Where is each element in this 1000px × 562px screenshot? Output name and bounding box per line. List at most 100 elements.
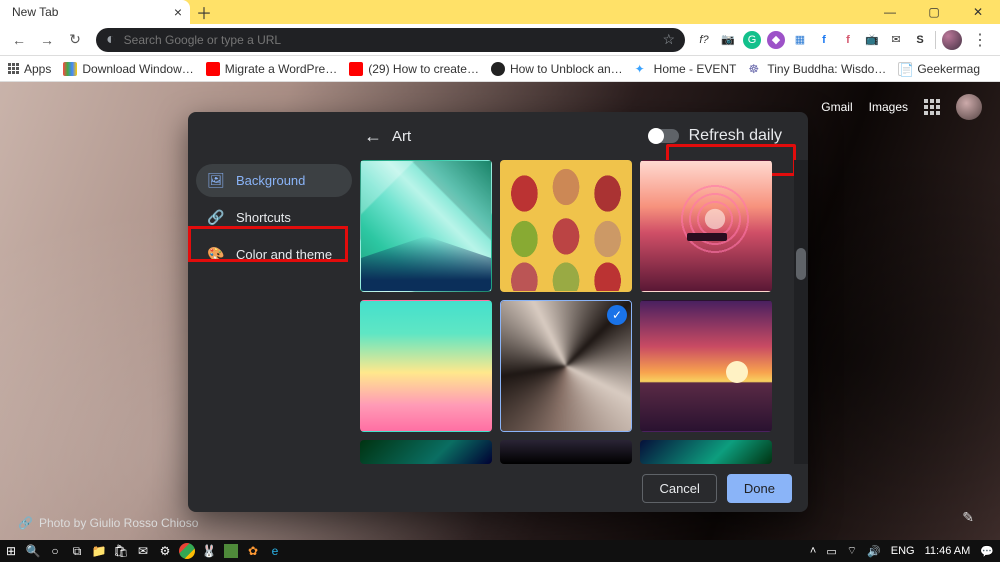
apps-grid-icon: [8, 63, 19, 74]
extension-grammarly-icon[interactable]: G: [743, 31, 761, 49]
background-tile[interactable]: [640, 300, 772, 432]
site-info-icon[interactable]: ◐: [106, 31, 116, 49]
bookmark-star-icon[interactable]: ☆: [662, 31, 675, 48]
background-tile[interactable]: [500, 440, 632, 464]
sidebar-item-color[interactable]: 🎨 Color and theme: [196, 238, 352, 271]
maximize-button[interactable]: ▢: [912, 0, 956, 24]
minimize-button[interactable]: —: [868, 0, 912, 24]
reload-icon[interactable]: ↻: [64, 29, 86, 51]
notifications-icon[interactable]: 💬: [980, 545, 994, 558]
omnibox[interactable]: ◐ ☆: [96, 28, 685, 52]
gmail-link[interactable]: Gmail: [821, 100, 852, 114]
images-link[interactable]: Images: [869, 100, 908, 114]
background-tile[interactable]: [360, 440, 492, 464]
extension-camera-icon[interactable]: 📷: [719, 31, 737, 49]
background-tile-row-partial: [360, 440, 772, 464]
language-indicator[interactable]: ENG: [891, 545, 915, 557]
omnibox-input[interactable]: [124, 33, 655, 47]
close-window-button[interactable]: ✕: [956, 0, 1000, 24]
clock[interactable]: 11:46 AM: [925, 545, 971, 557]
edge-icon[interactable]: e: [264, 540, 286, 562]
sidebar-item-label: Shortcuts: [236, 210, 291, 225]
store-icon[interactable]: 🛍: [110, 540, 132, 562]
tab-title: New Tab: [12, 5, 58, 19]
apps-button[interactable]: Apps: [8, 62, 51, 76]
background-tile[interactable]: [640, 440, 772, 464]
window-titlebar: New Tab × ＋ — ▢ ✕: [0, 0, 1000, 24]
bookmark-label: (29) How to create…: [368, 62, 479, 76]
bookmark-label: Geekermag: [917, 62, 980, 76]
scrollbar-track[interactable]: [794, 160, 808, 464]
profile-avatar[interactable]: [942, 30, 962, 50]
background-gallery: ✓: [360, 160, 808, 464]
tray-chevron-icon[interactable]: ˄: [810, 545, 816, 557]
bookmark-item[interactable]: ☸Tiny Buddha: Wisdo…: [748, 62, 886, 76]
back-icon[interactable]: ←: [8, 29, 30, 51]
app-icon[interactable]: 🐰: [198, 540, 220, 562]
image-icon: 🖼: [208, 172, 224, 189]
scrollbar-thumb[interactable]: [796, 248, 806, 280]
browser-menu-icon[interactable]: ⋮: [968, 30, 992, 50]
search-icon[interactable]: 🔍: [22, 540, 44, 562]
browser-tab[interactable]: New Tab ×: [0, 0, 190, 24]
dialog-footer: Cancel Done: [188, 464, 808, 512]
back-arrow-icon[interactable]: ←: [364, 126, 382, 147]
extension-fb2-icon[interactable]: f: [839, 31, 857, 49]
mail-icon[interactable]: ✉: [132, 540, 154, 562]
browser-toolbar: ← → ↻ ◐ ☆ f? 📷 G ◆ ▦ f f 📺 ✉ S ⋮: [0, 24, 1000, 56]
background-tile[interactable]: [360, 300, 492, 432]
dialog-sidebar: 🖼 Background 🔗 Shortcuts 🎨 Color and the…: [188, 160, 360, 464]
bookmark-label: Tiny Buddha: Wisdo…: [767, 62, 886, 76]
new-tab-button[interactable]: ＋: [190, 0, 218, 24]
extension-fb1-icon[interactable]: f: [815, 31, 833, 49]
bookmark-item[interactable]: 📄Geekermag: [898, 62, 980, 76]
battery-icon[interactable]: ▭: [826, 545, 836, 558]
chrome-icon[interactable]: [179, 543, 195, 559]
extension-shield-icon[interactable]: ◆: [767, 31, 785, 49]
checkmark-icon: ✓: [607, 305, 627, 325]
bookmark-item[interactable]: Download Window…: [63, 62, 193, 76]
extension-blue-icon[interactable]: ▦: [791, 31, 809, 49]
bookmark-label: How to Unblock an…: [510, 62, 623, 76]
bookmark-item[interactable]: How to Unblock an…: [491, 62, 623, 76]
cortana-icon[interactable]: ○: [44, 540, 66, 562]
app-icon[interactable]: [224, 544, 238, 558]
palette-icon: 🎨: [208, 246, 224, 263]
extension-mail-icon[interactable]: ✉: [887, 31, 905, 49]
close-tab-icon[interactable]: ×: [174, 4, 182, 20]
photo-credit[interactable]: 🔗 Photo by Giulio Rosso Chioso: [18, 516, 198, 530]
forward-icon[interactable]: →: [36, 29, 58, 51]
background-tile-selected[interactable]: ✓: [500, 300, 632, 432]
system-tray: ˄ ▭ ⌔ 🔊 ENG 11:46 AM 💬: [804, 544, 1000, 558]
bookmark-item[interactable]: ✦Home - EVENT: [635, 62, 737, 76]
bookmark-label: Migrate a WordPre…: [225, 62, 337, 76]
customize-pencil-icon[interactable]: ✎: [962, 509, 974, 526]
settings-icon[interactable]: ⚙: [154, 540, 176, 562]
bookmark-item[interactable]: (29) How to create…: [349, 62, 479, 76]
extension-s-icon[interactable]: S: [911, 31, 929, 49]
refresh-daily-label: Refresh daily: [689, 127, 782, 145]
background-tile[interactable]: [500, 160, 632, 292]
account-avatar[interactable]: [956, 94, 982, 120]
task-view-icon[interactable]: ⧉: [66, 540, 88, 562]
sidebar-item-label: Color and theme: [236, 247, 332, 262]
new-tab-page: Gmail Images 🔗 Photo by Giulio Rosso Chi…: [0, 82, 1000, 540]
ntp-top-links: Gmail Images: [821, 94, 982, 120]
refresh-daily-toggle[interactable]: [649, 129, 679, 143]
bookmark-label: Home - EVENT: [654, 62, 737, 76]
explorer-icon[interactable]: 📁: [88, 540, 110, 562]
google-apps-icon[interactable]: [924, 99, 940, 115]
cancel-button[interactable]: Cancel: [642, 474, 716, 503]
wifi-icon[interactable]: ⌔: [847, 544, 857, 558]
start-button[interactable]: ⊞: [0, 540, 22, 562]
volume-icon[interactable]: 🔊: [867, 545, 881, 558]
extension-tv-icon[interactable]: 📺: [863, 31, 881, 49]
extension-fonts-icon[interactable]: f?: [695, 31, 713, 49]
sidebar-item-background[interactable]: 🖼 Background: [196, 164, 352, 197]
bookmark-item[interactable]: Migrate a WordPre…: [206, 62, 337, 76]
background-tile[interactable]: [640, 160, 772, 292]
app-icon[interactable]: ✿: [242, 540, 264, 562]
done-button[interactable]: Done: [727, 474, 792, 503]
background-tile[interactable]: [360, 160, 492, 292]
sidebar-item-shortcuts[interactable]: 🔗 Shortcuts: [196, 201, 352, 234]
